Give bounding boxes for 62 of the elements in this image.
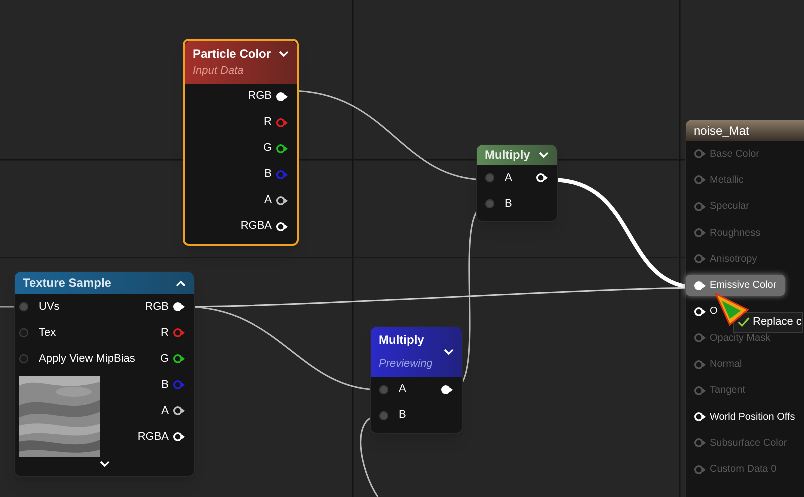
pin-label: Emissive Color <box>710 279 777 294</box>
pin-icon[interactable] <box>276 222 289 232</box>
pin-icon[interactable] <box>441 384 454 394</box>
pin-icon[interactable] <box>694 412 707 422</box>
pin-icon[interactable] <box>276 196 289 206</box>
chevron-down-icon[interactable] <box>539 152 549 158</box>
pin-icon[interactable] <box>173 302 186 312</box>
node-card[interactable]: Multiply A B <box>476 144 558 222</box>
pin-label: A <box>162 404 169 419</box>
pin-label: R <box>264 115 272 130</box>
pin-icon[interactable] <box>276 144 289 154</box>
pin-label: Metallic <box>710 174 744 188</box>
pin-label: Specular <box>710 200 750 214</box>
pin-icon[interactable] <box>173 354 186 364</box>
tooltip-text: Replace c <box>753 315 802 330</box>
pin-icon[interactable] <box>276 92 289 102</box>
pin-label: Custom Data 0 <box>710 463 777 478</box>
pin-label: G <box>263 141 272 156</box>
pin-label: Roughness <box>710 226 761 241</box>
pin-label: Tex <box>39 326 56 341</box>
pin-label: RGBA <box>240 219 272 234</box>
chevron-down-icon[interactable] <box>100 461 110 468</box>
node-title: Particle Color <box>193 46 272 63</box>
pin-label: World Position Offs <box>710 410 796 425</box>
node-card[interactable]: Particle Color Input Data RGB R G B A RGBA <box>183 39 299 246</box>
chevron-down-icon[interactable] <box>444 349 454 356</box>
pin-label: RGB <box>145 300 169 315</box>
pin-label: Normal <box>710 358 742 372</box>
node-title: Texture Sample <box>23 275 112 292</box>
node-card[interactable]: Texture Sample UVs Tex Apply View MipBias RGB R G B A RGBA <box>14 271 195 477</box>
checkmark-icon <box>738 316 750 328</box>
pin-label: A <box>264 193 272 208</box>
pin-label: RGB <box>248 89 272 104</box>
pin-label: A <box>399 382 406 398</box>
pin-label: B <box>264 167 272 182</box>
chevron-up-icon[interactable] <box>176 280 186 286</box>
pin-label: Opacity Mask <box>710 332 771 346</box>
pin-label: Base Color <box>710 148 760 162</box>
node-title: noise_Mat <box>694 122 750 140</box>
pin-label: A <box>505 170 512 186</box>
chevron-down-icon[interactable] <box>279 50 289 58</box>
pin-label: UVs <box>39 300 60 315</box>
pin-label: Apply View MipBias <box>39 352 136 367</box>
pin-label: B <box>505 196 512 212</box>
pin-icon[interactable] <box>536 173 549 183</box>
pin-label: Subsurface Color <box>710 436 788 451</box>
pin-label: O <box>710 305 718 320</box>
pin-label: Tangent <box>710 384 746 398</box>
pin-label: G <box>160 352 169 367</box>
pin-label: B <box>399 408 406 424</box>
pin-label: RGBA <box>138 430 169 445</box>
pin-icon[interactable] <box>694 306 707 317</box>
pin-label: R <box>161 326 169 341</box>
node-subtitle: Previewing <box>379 357 434 372</box>
pin-icon[interactable] <box>173 432 186 442</box>
node-subtitle: Input Data <box>193 64 245 79</box>
pin-icon[interactable] <box>173 406 186 416</box>
pin-label: B <box>162 378 169 393</box>
node-card[interactable]: Multiply Previewing A B <box>370 326 463 434</box>
node-title: Multiply <box>379 332 424 349</box>
node-title: Multiply <box>485 147 530 164</box>
pin-label: Anisotropy <box>710 252 758 267</box>
